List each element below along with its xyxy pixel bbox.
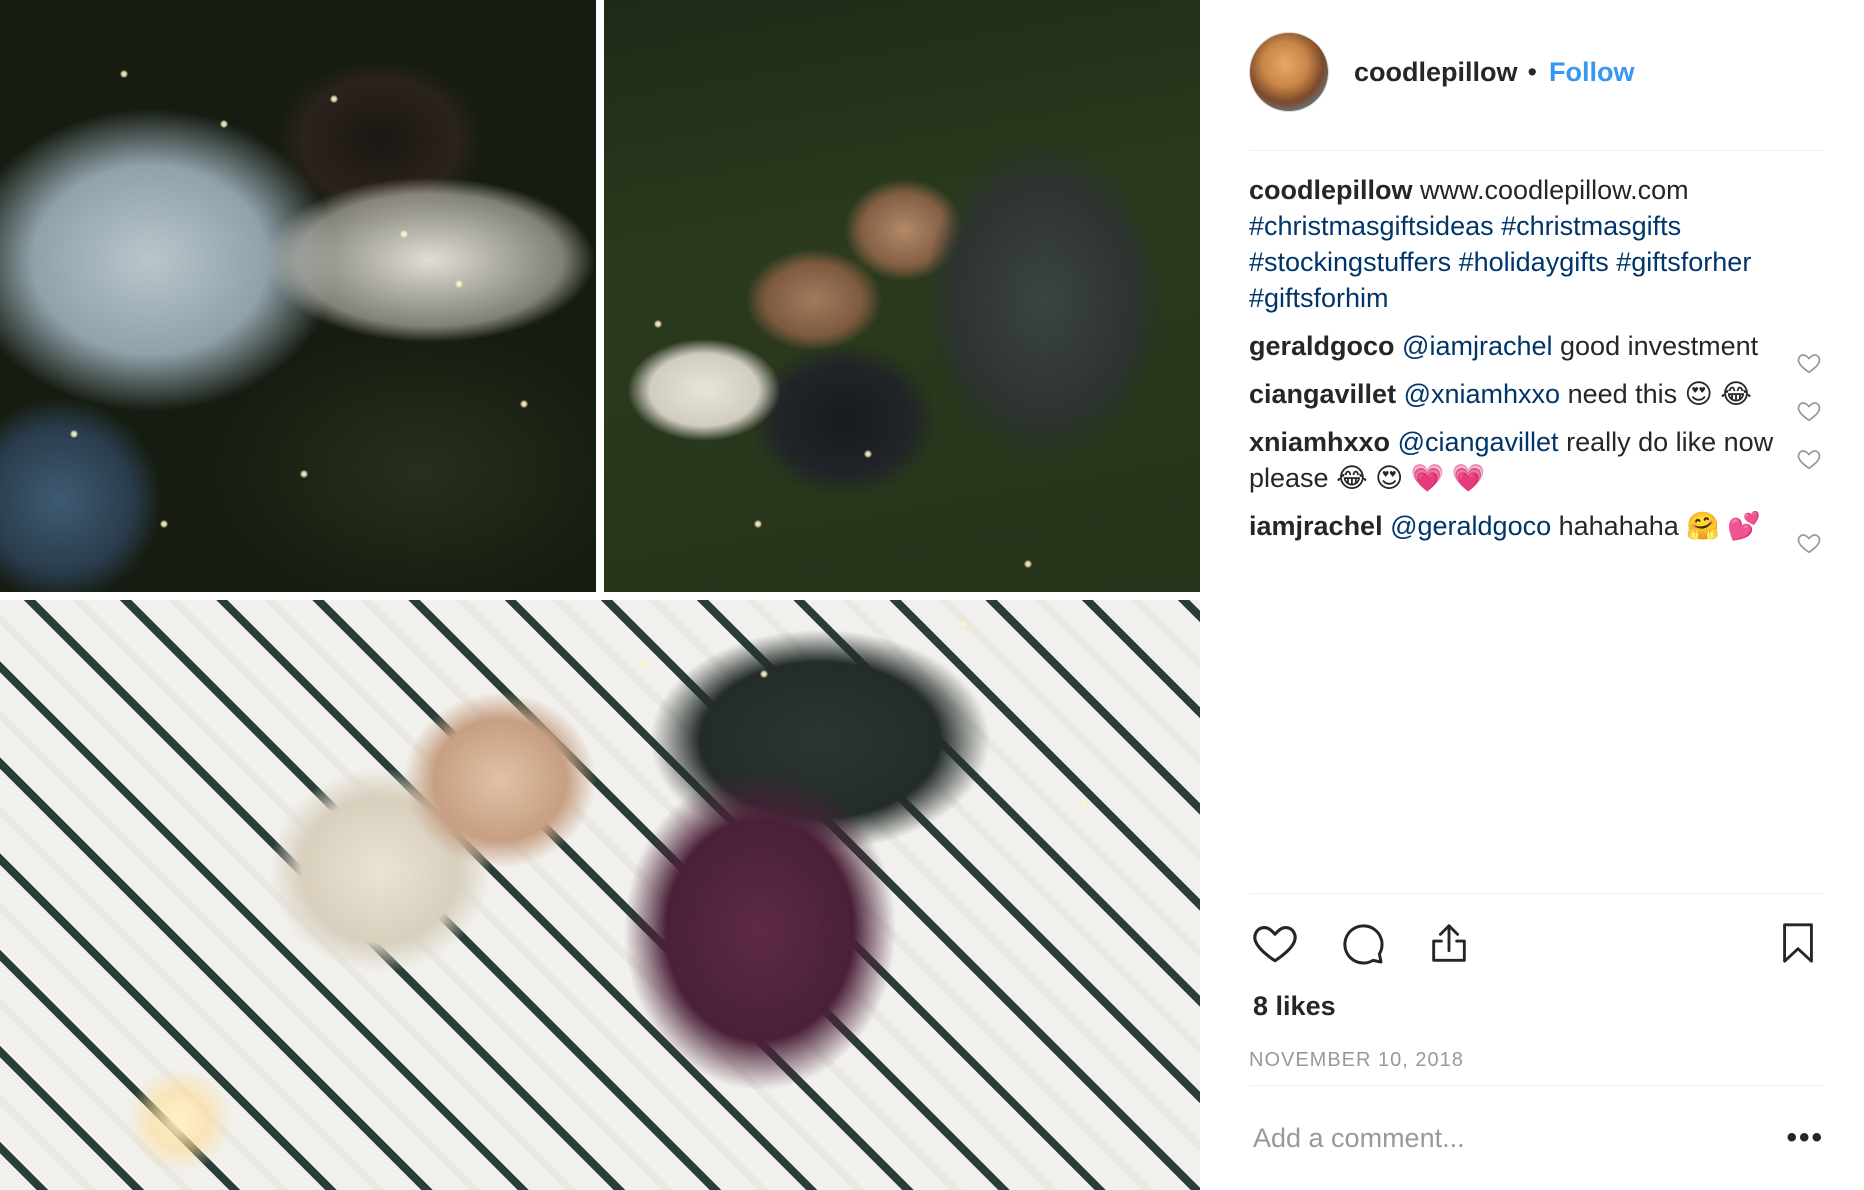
save-button[interactable] — [1772, 917, 1824, 969]
comment-item: geraldgoco @iamjrachel good investment — [1249, 328, 1824, 374]
post-details-panel: coodlepillow • Follow coodlepillow www.c… — [1249, 0, 1824, 1190]
hashtag-link[interactable]: #giftsforher — [1616, 247, 1751, 277]
comments-list: coodlepillow www.coodlepillow.com #chris… — [1249, 172, 1824, 556]
post-header: coodlepillow • Follow — [1249, 32, 1824, 112]
likes-count[interactable]: 8 likes — [1253, 991, 1336, 1022]
comment-icon — [1343, 924, 1384, 965]
action-bar — [1249, 917, 1824, 969]
comment-text: good investment — [1560, 331, 1759, 361]
comment-username[interactable]: ciangavillet — [1249, 379, 1396, 409]
photo-couple-on-grass — [604, 0, 1200, 592]
post-media[interactable] — [0, 0, 1200, 1190]
caption-text: www.coodlepillow.com — [1420, 175, 1689, 205]
divider — [1249, 893, 1824, 894]
share-button[interactable] — [1423, 917, 1475, 969]
likes-label: likes — [1275, 991, 1336, 1021]
separator-dot: • — [1527, 56, 1537, 87]
hashtag-link[interactable]: #christmasgifts — [1501, 211, 1681, 241]
comment-item: xniamhxxo @ciangavillet really do like n… — [1249, 424, 1824, 496]
follow-button[interactable]: Follow — [1549, 57, 1634, 88]
hashtag-link[interactable]: #giftsforhim — [1249, 283, 1389, 313]
comment-mention[interactable]: @xniamhxxo — [1404, 379, 1560, 409]
add-comment-section: ••• — [1249, 1086, 1824, 1190]
photo-girl-on-grass — [0, 0, 596, 592]
bookmark-icon — [1783, 923, 1813, 963]
avatar[interactable] — [1249, 32, 1329, 112]
caption-username[interactable]: coodlepillow — [1249, 175, 1413, 205]
comment-mention[interactable]: @iamjrachel — [1402, 331, 1552, 361]
likes-number: 8 — [1253, 991, 1269, 1021]
photo-couple-in-bed — [0, 600, 1200, 1190]
comment-input[interactable] — [1249, 1122, 1772, 1154]
post-date: NOVEMBER 10, 2018 — [1249, 1049, 1464, 1071]
heart-icon — [1253, 926, 1297, 963]
heart-icon[interactable] — [1796, 350, 1822, 376]
comment-text: hahahaha 🤗 💕 — [1558, 511, 1761, 541]
comment-text: need this 😍 😂 — [1567, 379, 1752, 409]
author-username[interactable]: coodlepillow — [1354, 57, 1518, 88]
heart-icon[interactable] — [1796, 398, 1822, 424]
hashtag-link[interactable]: #stockingstuffers — [1249, 247, 1451, 277]
comment-username[interactable]: xniamhxxo — [1249, 427, 1390, 457]
comment-item: iamjrachel @geraldgoco hahahaha 🤗 💕 — [1249, 508, 1824, 554]
comment-username[interactable]: iamjrachel — [1249, 511, 1383, 541]
comment-item: ciangavillet @xniamhxxo need this 😍 😂 — [1249, 376, 1824, 422]
comment-mention[interactable]: @geraldgoco — [1390, 511, 1551, 541]
share-icon — [1432, 924, 1466, 962]
like-button[interactable] — [1249, 917, 1301, 969]
more-options-button[interactable]: ••• — [1772, 1118, 1824, 1158]
divider — [1249, 150, 1824, 151]
comment-mention[interactable]: @ciangavillet — [1398, 427, 1559, 457]
hashtag-link[interactable]: #christmasgiftsideas — [1249, 211, 1494, 241]
hashtag-link[interactable]: #holidaygifts — [1459, 247, 1609, 277]
comment-username[interactable]: geraldgoco — [1249, 331, 1395, 361]
caption: coodlepillow www.coodlepillow.com #chris… — [1249, 172, 1824, 316]
heart-icon[interactable] — [1796, 530, 1822, 556]
comment-button[interactable] — [1336, 917, 1388, 969]
heart-icon[interactable] — [1796, 446, 1822, 472]
